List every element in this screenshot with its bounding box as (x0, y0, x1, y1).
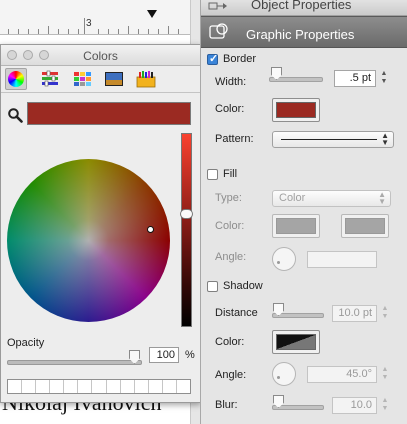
shadow-blur-label: Blur: (215, 399, 238, 411)
fill-type-label: Type: (215, 192, 242, 204)
border-checkbox[interactable] (207, 52, 218, 65)
colors-mode-toolbar (1, 66, 200, 93)
ruler-label: 3 (86, 18, 92, 29)
color-palettes-mode-button[interactable] (71, 68, 93, 90)
color-wheel[interactable] (7, 159, 170, 322)
fill-color-label: Color: (215, 220, 245, 232)
shadow-distance-field[interactable]: 10.0 pt (332, 305, 377, 322)
fill-type-popup[interactable]: Color ▲ ▼ (272, 190, 391, 207)
border-pattern-label: Pattern: (215, 133, 254, 145)
object-properties-icon (208, 2, 227, 10)
horizontal-ruler[interactable]: 3 (0, 0, 190, 35)
swatch-slot[interactable] (149, 380, 163, 393)
border-width-stepper[interactable]: ▲ ▼ (379, 70, 389, 87)
colors-titlebar[interactable]: Colors (1, 45, 200, 66)
fill-angle-dial[interactable] (272, 247, 296, 271)
opacity-value-field[interactable]: 100 (149, 347, 179, 363)
swatch-slot[interactable] (163, 380, 177, 393)
image-palettes-mode-button[interactable] (103, 68, 125, 90)
magnifier-icon[interactable] (7, 107, 23, 123)
fill-color-well-start[interactable] (272, 214, 320, 238)
shadow-distance-label: Distance (215, 307, 258, 319)
image-palettes-icon (105, 72, 123, 86)
border-color-well[interactable] (272, 98, 320, 122)
shadow-angle-stepper[interactable]: ▲ ▼ (380, 366, 390, 383)
colors-panel-title: Colors (83, 49, 118, 63)
opacity-unit: % (185, 349, 195, 361)
border-color-label: Color: (215, 103, 245, 115)
crayons-icon (136, 71, 156, 88)
shadow-distance-stepper[interactable]: ▲ ▼ (380, 305, 390, 322)
tab-stop-marker[interactable] (147, 10, 157, 18)
swatch-slot[interactable] (135, 380, 149, 393)
crayons-mode-button[interactable] (135, 68, 157, 90)
brightness-slider-knob[interactable] (180, 209, 193, 219)
border-width-label: Width: (215, 76, 247, 88)
swatch-slot[interactable] (8, 380, 23, 393)
shadow-color-label: Color: (215, 336, 245, 348)
shadow-blur-field[interactable]: 10.0 (332, 397, 377, 414)
swatch-slot[interactable] (177, 380, 190, 393)
object-properties-label: Object Properties (251, 0, 352, 12)
swatch-slot[interactable] (78, 380, 93, 393)
current-color-swatch[interactable] (27, 102, 191, 125)
fill-angle-field[interactable] (307, 251, 377, 268)
fill-type-value: Color (279, 192, 306, 204)
border-width-field[interactable]: .5 pt (334, 70, 376, 87)
opacity-slider[interactable] (7, 360, 142, 365)
saved-swatches-strip[interactable] (7, 379, 191, 394)
border-label: Border (223, 53, 257, 65)
shadow-color-well[interactable] (272, 330, 320, 354)
graphic-properties-label: Graphic Properties (246, 27, 355, 42)
swatch-slot[interactable] (121, 380, 135, 393)
color-palettes-icon (74, 72, 91, 86)
fill-checkbox[interactable] (207, 169, 218, 180)
fill-label: Fill (223, 168, 238, 180)
inspector-panel: Object Properties Graphic Properties Bor… (200, 0, 407, 424)
swatch-slot[interactable] (50, 380, 65, 393)
shadow-angle-field[interactable]: 45.0° (307, 366, 377, 383)
swatch-slot[interactable] (64, 380, 79, 393)
shadow-blur-stepper[interactable]: ▲ ▼ (380, 397, 390, 414)
graphic-properties-icon (209, 23, 228, 39)
color-sliders-mode-button[interactable] (39, 68, 61, 90)
shadow-checkbox[interactable] (207, 281, 218, 292)
shadow-label: Shadow (223, 280, 263, 292)
fill-color-well-end[interactable] (341, 214, 389, 238)
color-wheel-mode-button[interactable] (5, 68, 27, 90)
object-properties-header[interactable]: Object Properties (201, 0, 407, 16)
border-pattern-popup[interactable]: ▲ ▼ (272, 131, 394, 148)
color-wheel-icon (8, 71, 24, 87)
shadow-angle-dial[interactable] (272, 362, 296, 386)
shadow-angle-label: Angle: (215, 369, 247, 381)
swatch-slot[interactable] (22, 380, 37, 393)
color-sliders-icon (42, 70, 58, 87)
fill-angle-label: Angle: (215, 251, 247, 263)
color-wheel-cursor[interactable] (147, 226, 154, 233)
opacity-label: Opacity (7, 337, 45, 349)
colors-panel: Colors Opacity 100 % (0, 44, 201, 403)
swatch-slot[interactable] (92, 380, 107, 393)
swatch-slot[interactable] (107, 380, 121, 393)
graphic-properties-header[interactable]: Graphic Properties (201, 16, 407, 48)
brightness-slider[interactable] (181, 133, 192, 327)
swatch-slot[interactable] (36, 380, 51, 393)
